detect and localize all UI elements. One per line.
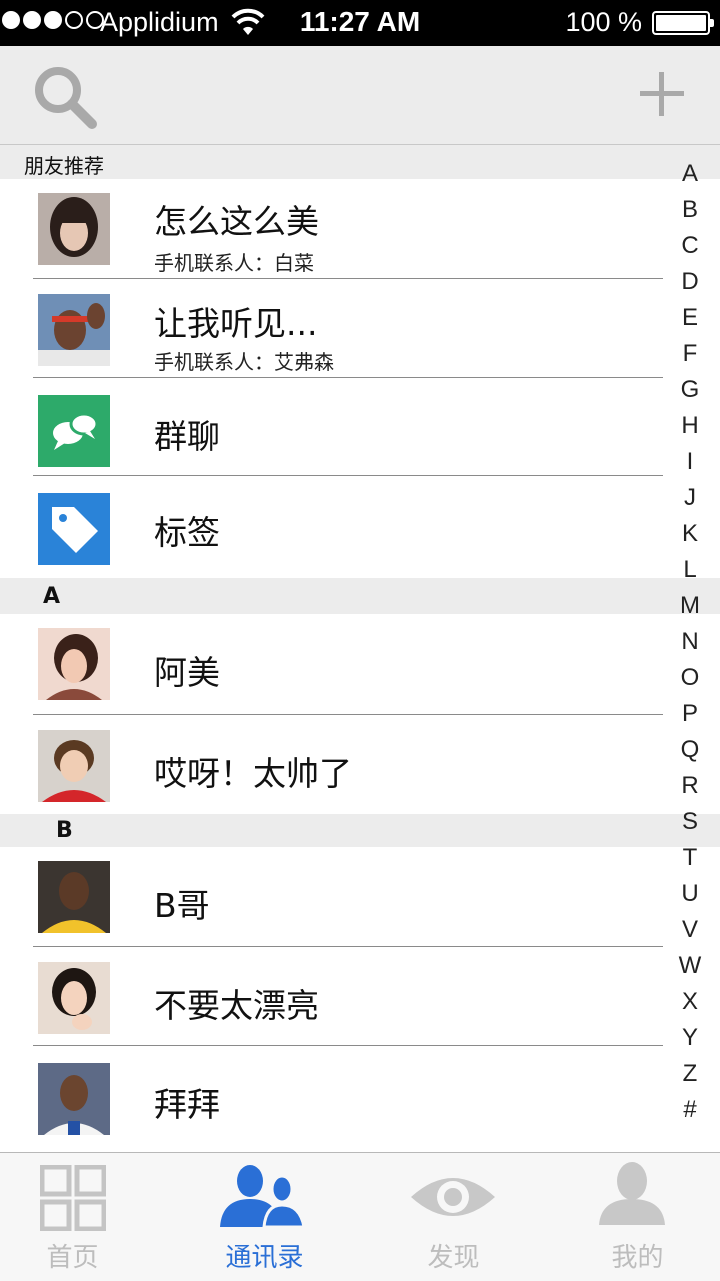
index-letter[interactable]: I [668, 444, 712, 480]
list-item[interactable]: 让我听见... 手机联系人：艾弗森 [0, 279, 720, 378]
list-item[interactable]: 哎呀！太帅了 [0, 715, 720, 814]
list-item[interactable]: 群聊 [0, 378, 720, 476]
index-letter[interactable]: G [668, 372, 712, 408]
index-letter[interactable]: D [668, 264, 712, 300]
index-letter[interactable]: N [668, 624, 712, 660]
index-letter[interactable]: M [668, 588, 712, 624]
index-letter[interactable]: V [668, 912, 712, 948]
section-header-recommended: 朋友推荐 [0, 145, 720, 179]
contact-name: 标签 [154, 513, 220, 552]
index-letter[interactable]: L [668, 552, 712, 588]
tab-label: 发现 [427, 1243, 480, 1273]
section-title: 朋友推荐 [24, 154, 104, 178]
contact-name: 不要太漂亮 [154, 986, 319, 1025]
index-letter[interactable]: J [668, 480, 712, 516]
contact-subtitle: 手机联系人：白菜 [154, 251, 314, 275]
avatar [38, 193, 110, 265]
contact-name: B哥 [154, 886, 210, 925]
index-letter[interactable]: B [668, 192, 712, 228]
index-letter[interactable]: Y [668, 1020, 712, 1056]
index-letter[interactable]: W [668, 948, 712, 984]
tag-icon [38, 493, 110, 565]
tab-discover[interactable]: 发现 [381, 1153, 526, 1281]
nav-bar [0, 46, 720, 145]
contacts-icon [220, 1165, 306, 1229]
list-item[interactable]: 不要太漂亮 [0, 947, 720, 1046]
grid-icon [40, 1165, 106, 1231]
contact-name: 怎么这么美 [154, 202, 319, 241]
avatar [38, 628, 110, 700]
tab-label: 我的 [611, 1243, 664, 1273]
section-title: A [43, 584, 61, 609]
index-letter[interactable]: # [668, 1092, 712, 1128]
eye-icon [411, 1178, 495, 1216]
list-item[interactable]: 怎么这么美 手机联系人：白菜 [0, 179, 720, 279]
contact-subtitle: 手机联系人：艾弗森 [154, 350, 334, 374]
tab-label: 通讯录 [225, 1243, 304, 1273]
index-letter[interactable]: R [668, 768, 712, 804]
index-letter[interactable]: C [668, 228, 712, 264]
search-icon[interactable] [30, 62, 100, 132]
index-letter[interactable]: F [668, 336, 712, 372]
index-letter[interactable]: A [668, 156, 712, 192]
user-icon [599, 1162, 665, 1225]
list-item[interactable]: B哥 [0, 847, 720, 947]
avatar [38, 1063, 110, 1135]
contact-name: 群聊 [154, 417, 220, 456]
contact-name: 拜拜 [154, 1085, 220, 1124]
index-letter[interactable]: U [668, 876, 712, 912]
avatar [38, 294, 110, 366]
index-letter[interactable]: X [668, 984, 712, 1020]
section-header-b: B [0, 814, 720, 847]
battery-percent: 100 % [565, 7, 642, 37]
plus-icon[interactable] [634, 66, 690, 122]
list-item[interactable]: 标签 [0, 476, 720, 578]
contact-name: 哎呀！太帅了 [154, 754, 352, 793]
contact-list: 朋友推荐 怎么这么美 手机联系人：白菜 让我听见... 手机联系人：艾弗森 群聊… [0, 145, 720, 1150]
section-header-a: A [0, 578, 720, 614]
alphabet-index[interactable]: A B C D E F G H I J K L M N O P Q R S T U V W X Y Z # [668, 156, 712, 1136]
tab-label: 首页 [46, 1243, 99, 1273]
contact-name: 让我听见... [154, 304, 318, 343]
tab-me[interactable]: 我的 [565, 1153, 710, 1281]
avatar [38, 861, 110, 933]
index-letter[interactable]: Q [668, 732, 712, 768]
contact-name: 阿美 [154, 653, 220, 692]
avatar [38, 730, 110, 802]
index-letter[interactable]: P [668, 696, 712, 732]
index-letter[interactable]: E [668, 300, 712, 336]
index-letter[interactable]: O [668, 660, 712, 696]
tab-contacts[interactable]: 通讯录 [192, 1153, 337, 1281]
group-chat-icon [38, 395, 110, 467]
index-letter[interactable]: T [668, 840, 712, 876]
list-item[interactable]: 拜拜 [0, 1046, 720, 1150]
status-bar: Applidium 11:27 AM 100 % [0, 0, 720, 46]
tab-bar: 首页 通讯录 发现 我的 [0, 1152, 720, 1281]
battery-icon [652, 11, 714, 35]
index-letter[interactable]: H [668, 408, 712, 444]
index-letter[interactable]: Z [668, 1056, 712, 1092]
tab-home[interactable]: 首页 [0, 1153, 145, 1281]
section-title: B [56, 818, 73, 843]
list-item[interactable]: 阿美 [0, 614, 720, 715]
index-letter[interactable]: S [668, 804, 712, 840]
avatar [38, 962, 110, 1034]
index-letter[interactable]: K [668, 516, 712, 552]
